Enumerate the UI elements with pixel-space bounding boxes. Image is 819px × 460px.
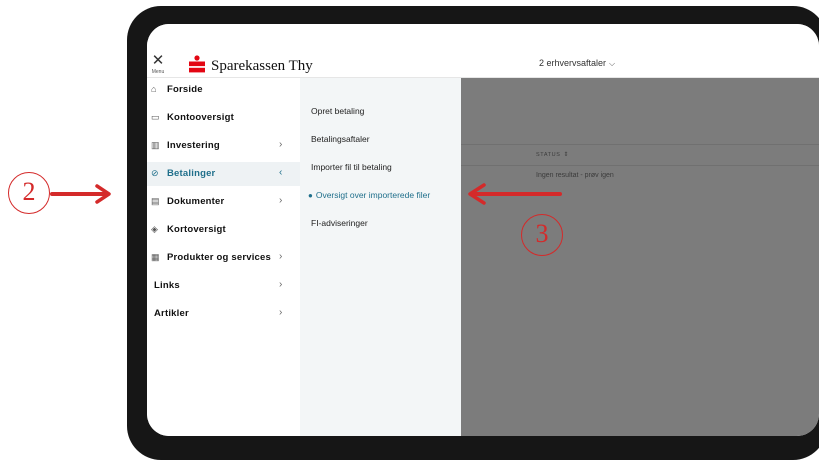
- app-screen: ✕ Menu Sparekassen Thy 2 erhvervsaftaler…: [147, 24, 819, 436]
- table-header: STATUS ⇕: [461, 144, 819, 166]
- empty-result-message: Ingen resultat - prøv igen: [536, 172, 614, 179]
- payments-submenu: Opret betaling Betalingsaftaler Importer…: [300, 78, 461, 436]
- menu-button[interactable]: ✕ Menu: [150, 52, 166, 78]
- submenu-item-opret-betaling[interactable]: Opret betaling: [311, 106, 364, 116]
- chevron-right-icon: ›: [279, 195, 283, 206]
- status-column-label: STATUS: [536, 152, 561, 158]
- sidebar-item-dokumenter[interactable]: ▤ Dokumenter ›: [147, 190, 300, 214]
- sidebar-item-label: Betalinger: [167, 168, 216, 179]
- sidebar-item-forside[interactable]: ⌂ Forside: [147, 78, 300, 102]
- document-icon: ▤: [151, 196, 160, 206]
- sidebar-item-label: Kontooversigt: [167, 112, 234, 123]
- menu-label: Menu: [151, 69, 165, 75]
- sidebar-item-label: Investering: [167, 140, 220, 151]
- sidebar-item-investering[interactable]: ▥ Investering ›: [147, 134, 300, 158]
- close-icon: ✕: [151, 52, 165, 69]
- sidebar-item-label: Artikler: [154, 308, 189, 319]
- sidebar-item-links[interactable]: Links ›: [147, 274, 300, 298]
- card-icon: ◈: [151, 224, 159, 234]
- sidebar-item-artikler[interactable]: Artikler ›: [147, 302, 300, 326]
- sparekassen-logo-icon: [189, 55, 205, 73]
- sidebar-item-label: Produkter og services: [167, 252, 271, 263]
- chevron-right-icon: ›: [279, 279, 283, 290]
- chevron-right-icon: ›: [279, 139, 283, 150]
- sidebar-item-kontooversigt[interactable]: ▭ Kontooversigt: [147, 106, 300, 130]
- submenu-item-label: Oversigt over importerede filer: [315, 190, 431, 200]
- agreement-selector[interactable]: 2 erhvervsaftaler ⌵: [539, 58, 615, 69]
- products-icon: ▦: [151, 252, 160, 262]
- step-2-callout: 2: [8, 172, 50, 214]
- active-dot-icon: ●: [308, 191, 313, 200]
- chevron-down-icon: ⌵: [609, 59, 616, 68]
- agreement-label: 2 erhvervsaftaler: [539, 58, 607, 68]
- brand-name[interactable]: Sparekassen Thy: [211, 58, 313, 75]
- sidebar-item-label: Dokumenter: [167, 196, 225, 207]
- sidebar-item-produkter[interactable]: ▦ Produkter og services ›: [147, 246, 300, 270]
- status-column-header[interactable]: STATUS ⇕: [536, 151, 569, 158]
- chevron-right-icon: ›: [279, 307, 283, 318]
- sidebar-item-label: Links: [154, 280, 180, 291]
- submenu-item-fi-adviseringer[interactable]: FI-adviseringer: [311, 218, 368, 228]
- house-icon: ⌂: [151, 84, 157, 94]
- content-overlay[interactable]: STATUS ⇕ Ingen resultat - prøv igen: [461, 78, 819, 436]
- sidebar-nav: ⌂ Forside ▭ Kontooversigt ▥ Investering …: [147, 78, 300, 436]
- sidebar-item-betalinger[interactable]: ⊘ Betalinger ‹: [147, 162, 300, 186]
- annotation-arrow-right-icon: [50, 184, 111, 204]
- sidebar-item-label: Kortoversigt: [167, 224, 226, 235]
- submenu-item-betalingsaftaler[interactable]: Betalingsaftaler: [311, 134, 370, 144]
- chevron-left-icon: ‹: [279, 167, 283, 178]
- wallet-icon: ▭: [151, 112, 160, 122]
- payment-icon: ⊘: [151, 168, 159, 178]
- step-3-callout: 3: [521, 214, 563, 256]
- sidebar-item-label: Forside: [167, 84, 203, 95]
- chart-icon: ▥: [151, 140, 160, 150]
- top-bar: ✕ Menu Sparekassen Thy 2 erhvervsaftaler…: [147, 24, 819, 78]
- submenu-item-importer-fil[interactable]: Importer fil til betaling: [311, 162, 392, 172]
- sort-icon: ⇕: [563, 152, 570, 158]
- submenu-item-oversigt-importerede-filer[interactable]: ● Oversigt over importerede filer: [308, 190, 430, 200]
- sidebar-item-kortoversigt[interactable]: ◈ Kortoversigt: [147, 218, 300, 242]
- chevron-right-icon: ›: [279, 251, 283, 262]
- annotation-arrow-left-icon: [468, 183, 562, 205]
